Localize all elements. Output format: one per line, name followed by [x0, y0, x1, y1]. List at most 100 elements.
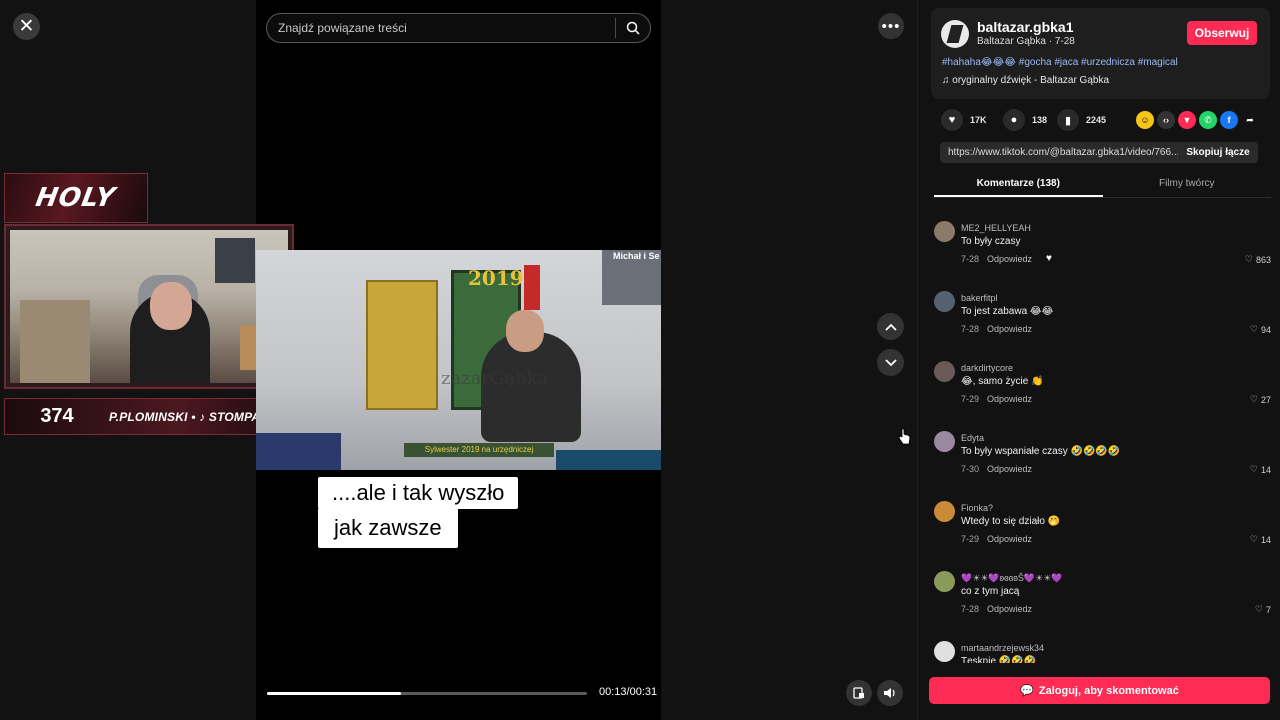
login-to-comment-label: Zaloguj, aby skomentować	[1038, 684, 1179, 697]
related-search-input[interactable]	[267, 14, 615, 42]
stream-counter-bar: 374 P.PLOMINSKI • ♪ STOMPADRE	[4, 398, 294, 435]
like-stat[interactable]: ♥ 17K	[941, 108, 987, 132]
heart-outline-icon: ♡	[1244, 254, 1253, 264]
comment-like-button[interactable]: ♡ 27	[1250, 394, 1271, 405]
heart-outline-icon: ♡	[1254, 604, 1263, 614]
comment-reply-button[interactable]: Odpowiedz	[987, 604, 1032, 614]
author-avatar[interactable]	[941, 20, 969, 48]
webcam-person-head	[150, 282, 192, 330]
comment-like-count: 7	[1265, 604, 1271, 615]
video-link-text[interactable]: https://www.tiktok.com/@baltazar.gbka1/v…	[940, 147, 1178, 158]
comment-date: 7-29	[961, 394, 980, 404]
comment-username[interactable]: Edyta	[961, 433, 984, 443]
search-icon	[626, 21, 640, 35]
comment-reply-button[interactable]: Odpowiedz	[987, 464, 1032, 474]
comment-text: To były czasy	[961, 236, 1021, 247]
comment-username[interactable]: bakerfitpl	[961, 293, 998, 303]
post-hashtags[interactable]: #hahaha😂😂😂 #gocha #jaca #urzednicza #mag…	[942, 57, 1178, 68]
webcam-poster	[215, 238, 255, 283]
tiktok-video-view: ✕ ••• HOLY 374 P.PLOMINSKI • ♪ STOMPADRE…	[0, 0, 1280, 720]
close-icon: ✕	[18, 16, 35, 37]
embed-icon[interactable]: ‹›	[1157, 111, 1175, 129]
playback-time: 00:13/00:31	[599, 686, 658, 698]
author-name-date: Baltazar Gąbka · 7-28	[977, 36, 1075, 47]
comment-avatar[interactable]	[934, 571, 955, 592]
comment-avatar[interactable]	[934, 221, 955, 242]
comment-count: 138	[1032, 115, 1048, 125]
save-stat[interactable]: ▮ 2245	[1057, 108, 1106, 132]
video-banner: Sylwester 2019 na urzędniczej	[404, 443, 554, 457]
previous-video-button[interactable]	[877, 313, 904, 340]
comment-item: Edyta To były wspaniałe czasy 🤣🤣🤣🤣 7-30 Odp…	[934, 428, 1271, 498]
comment-like-button[interactable]: ♡ 94	[1250, 324, 1271, 335]
author-handle[interactable]: baltazar.gbka1	[977, 19, 1074, 35]
bookmark-icon: ▮	[1057, 109, 1079, 131]
comment-list: ME2_HELLYEAH To były czasy 7-28 Odpowiedz ♥ ♡…	[934, 218, 1271, 663]
comment-username[interactable]: darkdirtycore	[961, 363, 1013, 373]
whatsapp-icon[interactable]: ✆	[1199, 111, 1217, 129]
comment-reply-button[interactable]: Odpowiedz	[987, 394, 1032, 404]
close-button[interactable]: ✕	[13, 13, 40, 40]
share-row: ☺ ‹› ▼ ✆ f ➦	[1136, 111, 1259, 129]
comment-item: 💜☀☀💜ʚɞɞʚŠ💜☀☀💜 co z tym jacą 7-28 Odpowiedz ♡…	[934, 568, 1271, 638]
video-2019-sign: 2019	[468, 266, 524, 290]
post-sound[interactable]: ♫ oryginalny dźwięk - Baltazar Gąbka	[942, 75, 1109, 86]
comment-avatar[interactable]	[934, 431, 955, 452]
share-arrow-icon[interactable]: ➦	[1241, 111, 1259, 129]
volume-button[interactable]	[877, 680, 903, 706]
holy-badge-text: HOLY	[33, 183, 119, 213]
comment-avatar[interactable]	[934, 361, 955, 382]
facebook-icon[interactable]: f	[1220, 111, 1238, 129]
webcam-shelf	[20, 300, 90, 383]
webcam-overlay	[4, 224, 294, 389]
search-button[interactable]	[616, 14, 650, 42]
video-cabinet	[366, 280, 438, 410]
comment-avatar[interactable]	[934, 291, 955, 312]
tab-comments[interactable]: Komentarze (138)	[934, 172, 1103, 197]
stream-counter-value: 374	[40, 405, 74, 427]
progress-bar[interactable]	[267, 692, 587, 695]
comment-username[interactable]: 💜☀☀💜ʚɞɞʚŠ💜☀☀💜	[961, 573, 1062, 584]
comment-bubble-icon: 💬	[1020, 685, 1034, 697]
creator-reaction-icon: ♥	[1046, 253, 1052, 264]
more-options-button[interactable]: •••	[878, 13, 904, 39]
comment-item: Fionka? Wtedy to się działo 🤭 7-29 Odpowied…	[934, 498, 1271, 568]
tab-creator-videos[interactable]: Filmy twórcy	[1103, 172, 1272, 197]
video-link-box: https://www.tiktok.com/@baltazar.gbka1/v…	[940, 142, 1258, 163]
comment-like-button[interactable]: ♡ 863	[1245, 254, 1271, 265]
follow-button[interactable]: Obserwuj	[1187, 21, 1257, 45]
comment-reply-button[interactable]: Odpowiedz	[987, 534, 1032, 544]
video-corner-tag: Michał i Se	[613, 251, 660, 261]
next-video-button[interactable]	[877, 349, 904, 376]
comment-username[interactable]: ME2_HELLYEAH	[961, 223, 1031, 233]
comment-like-count: 863	[1255, 254, 1271, 265]
comment-like-button[interactable]: ♡ 14	[1250, 534, 1271, 545]
comment-like-button[interactable]: ♡ 7	[1255, 604, 1271, 615]
pip-button[interactable]	[846, 680, 872, 706]
hand-cursor-icon	[898, 428, 911, 445]
comment-avatar[interactable]	[934, 641, 955, 662]
send-icon[interactable]: ▼	[1178, 111, 1196, 129]
volume-icon	[884, 688, 895, 698]
engagement-row: ♥ 17K ● 138 ▮ 2245 ☺ ‹› ▼ ✆ f ➦	[931, 108, 1270, 132]
repost-icon[interactable]: ☺	[1136, 111, 1154, 129]
login-to-comment-button[interactable]: 💬 Zaloguj, aby skomentować	[929, 677, 1270, 704]
progress-fill	[267, 692, 402, 695]
heart-outline-icon: ♡	[1249, 464, 1258, 474]
comment-username[interactable]: martaandrzejewsk34	[961, 643, 1044, 653]
video-bottom-strip	[556, 450, 661, 470]
comment-like-count: 14	[1260, 464, 1271, 475]
comment-date: 7-28	[961, 324, 980, 334]
pip-icon	[853, 687, 864, 699]
comment-avatar[interactable]	[934, 501, 955, 522]
comment-stat[interactable]: ● 138	[1003, 108, 1047, 132]
video-stream-list	[256, 433, 341, 470]
comment-like-button[interactable]: ♡ 14	[1250, 464, 1271, 475]
comment-item: martaandrzejewsk34 Tęsknię 🤣🤣🤣	[934, 638, 1271, 663]
comment-text: To były wspaniałe czasy 🤣🤣🤣🤣	[961, 446, 1121, 457]
comment-reply-button[interactable]: Odpowiedz	[987, 254, 1032, 264]
comment-reply-button[interactable]: Odpowiedz	[987, 324, 1032, 334]
copy-link-button[interactable]: Skopiuj łącze	[1178, 147, 1258, 158]
comment-username[interactable]: Fionka?	[961, 503, 993, 513]
video-flag	[524, 265, 540, 310]
